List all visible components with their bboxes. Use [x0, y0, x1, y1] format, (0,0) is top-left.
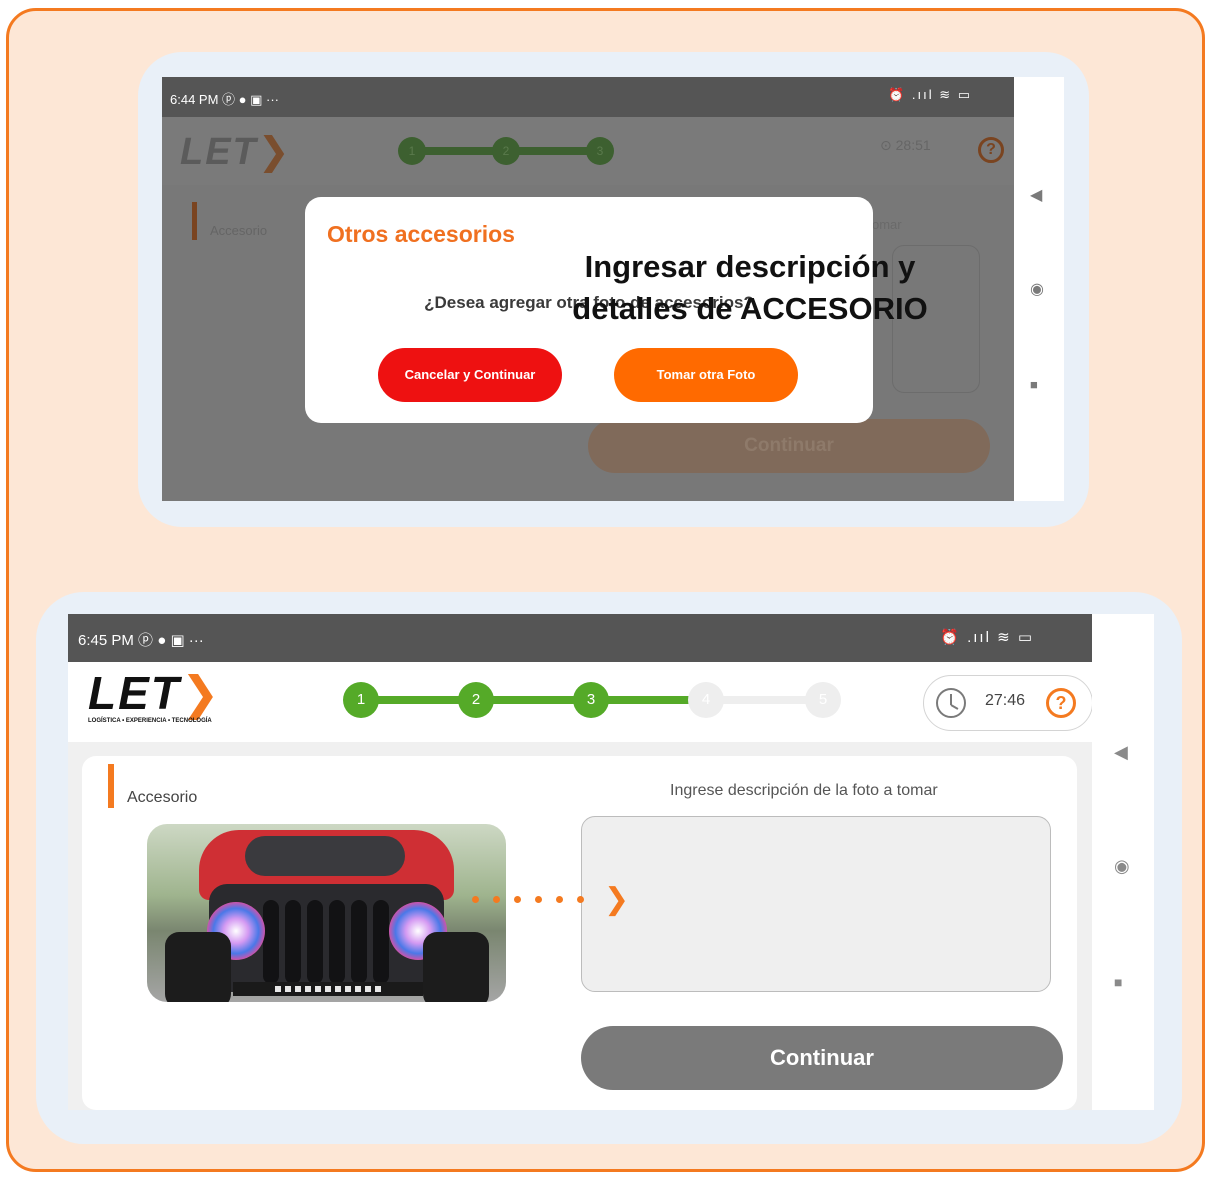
- let-logo: LET❯: [180, 131, 292, 173]
- timer-value: 27:46: [985, 692, 1026, 709]
- status-bar: 6:44 PM ⓟ ● ▣ ··· ⏰ .ııl ≋ ▭: [162, 77, 1014, 117]
- status-icons: ⏰ .ııl ≋ ▭: [888, 87, 972, 102]
- step-3: 3: [573, 682, 609, 718]
- timer: ⊙ 28:51: [880, 137, 931, 153]
- description-field[interactable]: [581, 816, 1051, 992]
- status-time: 6:44 PM ⓟ ● ▣ ···: [170, 92, 280, 107]
- let-logo: LET❯: [88, 667, 222, 719]
- field-label: Accesorio: [210, 223, 268, 238]
- back-icon[interactable]: ◀: [1030, 185, 1042, 205]
- accessory-photo: [147, 824, 506, 1002]
- accent-bar: [108, 764, 114, 808]
- cancel-continue-button[interactable]: Cancelar y Continuar: [378, 348, 562, 402]
- home-icon[interactable]: ◉: [1114, 856, 1130, 877]
- dotted-connector: [472, 896, 606, 904]
- continue-button[interactable]: Continuar: [581, 1026, 1063, 1090]
- chevron-icon: ❯: [180, 667, 222, 719]
- step-3: 3: [586, 137, 614, 165]
- chevron-icon: ❯: [257, 131, 292, 173]
- step-2: 2: [458, 682, 494, 718]
- help-icon[interactable]: ?: [1046, 688, 1076, 718]
- app-header: LET❯ LOGÍSTICA • EXPERIENCIA • TECNOLOGÍ…: [68, 662, 1092, 742]
- step-2: 2: [492, 137, 520, 165]
- step-5: 5: [805, 682, 841, 718]
- progress-steps: 1 2 3 4 5: [343, 682, 853, 718]
- step-1: 1: [343, 682, 379, 718]
- android-nav: ◀ ◉ ■: [1014, 77, 1064, 501]
- clock-icon: ⊙: [880, 137, 892, 153]
- arrow-icon: ❯: [604, 883, 630, 916]
- status-time: 6:45 PM ⓟ ● ▣ ···: [78, 632, 204, 649]
- android-nav: ◀ ◉ ■: [1092, 614, 1154, 1110]
- help-icon[interactable]: ?: [978, 137, 1004, 163]
- field-hint: omar: [872, 217, 902, 232]
- dialog-title: Otros accesorios: [327, 221, 515, 247]
- recent-apps-icon[interactable]: ■: [1030, 377, 1038, 392]
- step-1: 1: [398, 137, 426, 165]
- home-icon[interactable]: ◉: [1030, 279, 1044, 299]
- step-4: 4: [688, 682, 724, 718]
- logo-tagline: LOGÍSTICA • EXPERIENCIA • TECNOLOGÍA: [88, 718, 212, 724]
- back-icon[interactable]: ◀: [1114, 742, 1128, 763]
- accent-bar: [192, 202, 197, 240]
- continue-button[interactable]: Continuar: [588, 419, 990, 473]
- callout-text: Ingresar descripción y detalles de ACCES…: [572, 249, 928, 326]
- clock-icon: [936, 688, 966, 718]
- field-hint: Ingrese descripción de la foto a tomar: [670, 782, 938, 799]
- timer-box: 27:46 ?: [923, 675, 1092, 731]
- take-another-photo-button[interactable]: Tomar otra Foto: [614, 348, 798, 402]
- field-label: Accesorio: [127, 789, 198, 806]
- status-bar: 6:45 PM ⓟ ● ▣ ··· ⏰ .ııl ≋ ▭: [68, 614, 1092, 662]
- status-icons: ⏰ .ııl ≋ ▭: [940, 629, 1034, 646]
- recent-apps-icon[interactable]: ■: [1114, 974, 1122, 990]
